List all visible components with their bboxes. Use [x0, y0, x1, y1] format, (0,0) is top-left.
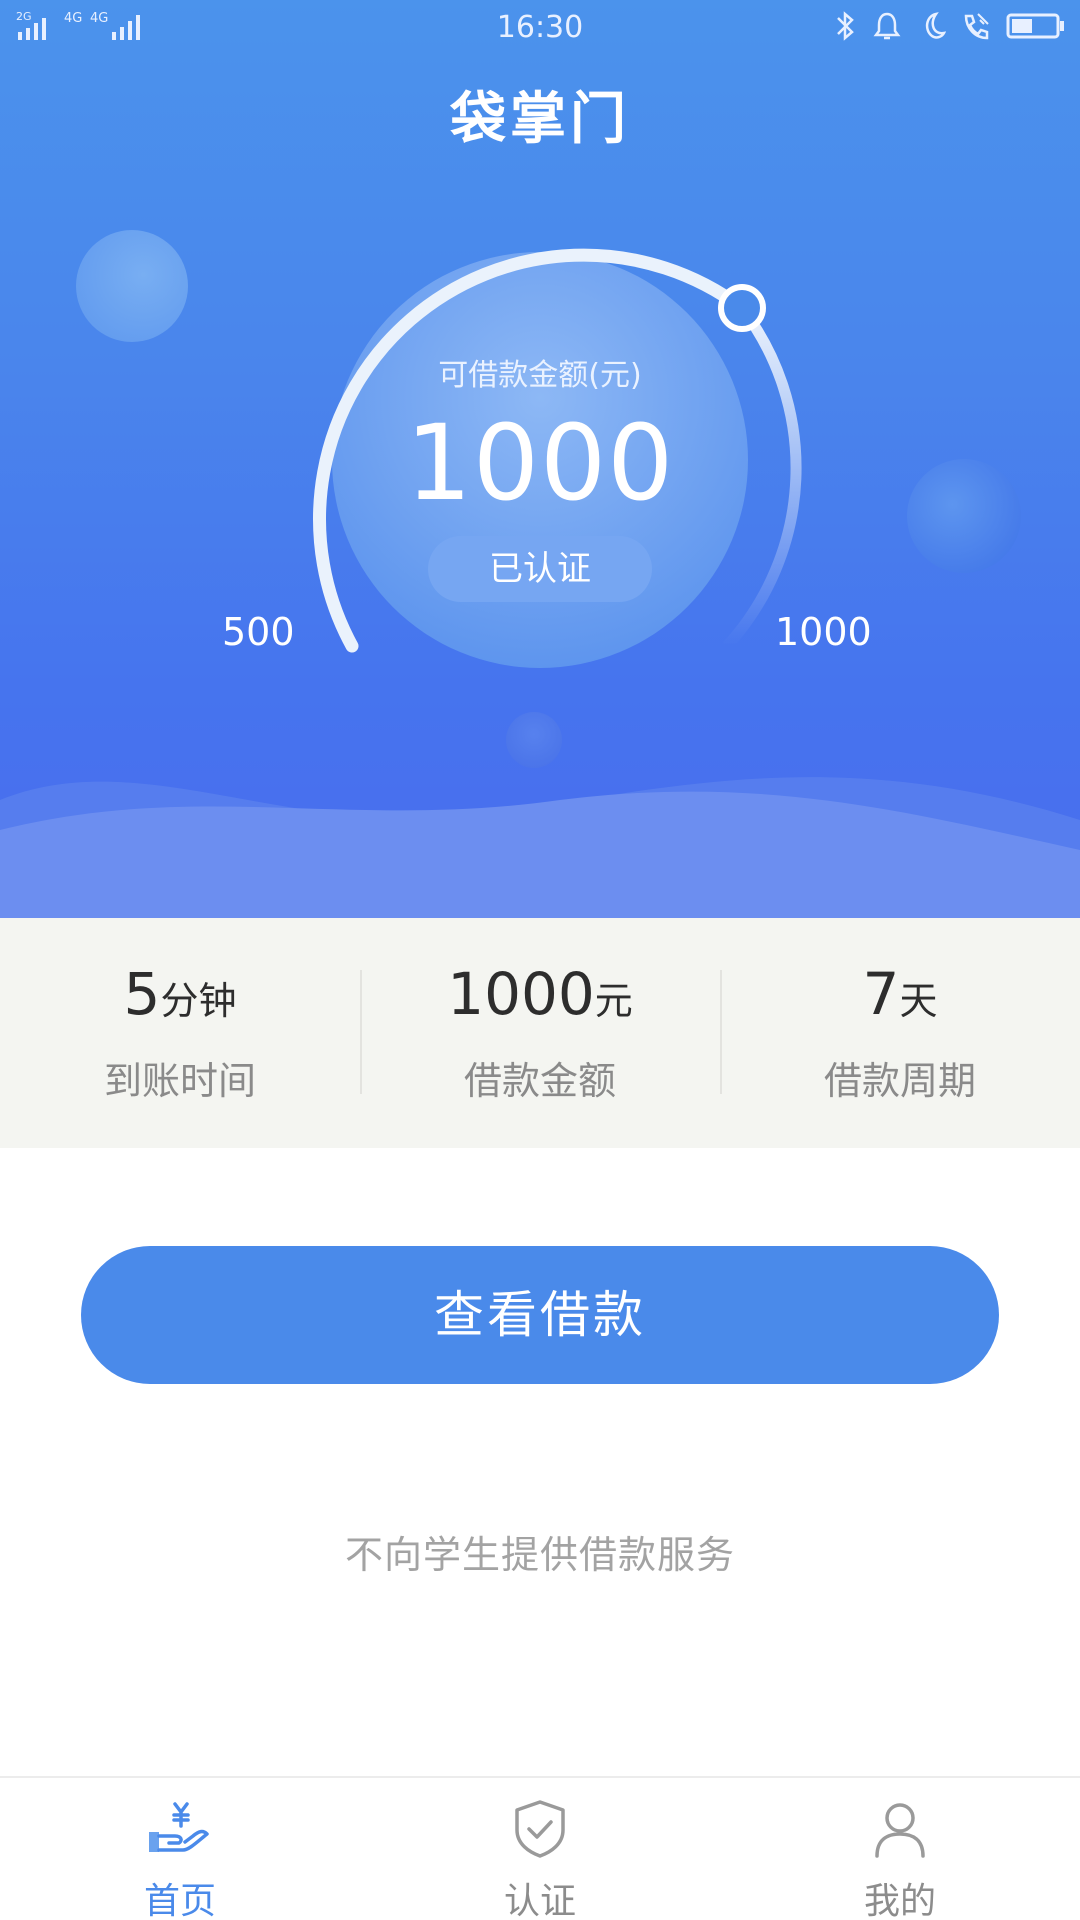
hero-banner: 2G 4G 4G 16:30 袋掌门 可借款金额(元) 1000 已认证 500… — [0, 0, 1080, 918]
bottom-tab-bar: 首页 认证 我的 — [0, 1776, 1080, 1920]
hand-yen-icon — [149, 1802, 209, 1852]
tab-label: 认证 — [503, 1881, 576, 1920]
tab-verify[interactable]: 认证 — [360, 1778, 720, 1920]
tab-label: 我的 — [863, 1881, 936, 1920]
gauge-max-label: 1000 — [775, 610, 872, 654]
stat-unit: 分钟 — [160, 979, 237, 1023]
user-icon — [875, 1803, 925, 1858]
stat-unit: 天 — [899, 979, 938, 1023]
stat-value: 5 — [123, 960, 161, 1028]
verified-status-badge: 已认证 — [428, 535, 652, 602]
tab-home[interactable]: 首页 — [0, 1778, 360, 1920]
gauge-center: 可借款金额(元) 1000 已认证 — [330, 290, 750, 690]
gauge-min-label: 500 — [222, 610, 295, 654]
loan-stats: 5分钟 到账时间 1000元 借款金额 7天 借款周期 — [0, 918, 1080, 1148]
stat-arrival-time: 5分钟 到账时间 — [0, 918, 360, 1148]
stat-value: 7 — [862, 960, 900, 1028]
stat-loan-period: 7天 借款周期 — [720, 918, 1080, 1148]
stat-loan-amount: 1000元 借款金额 — [360, 918, 720, 1148]
view-loan-button[interactable]: 查看借款 — [81, 1246, 999, 1384]
stat-label: 借款金额 — [463, 1059, 616, 1103]
shield-check-icon — [515, 1800, 565, 1858]
stat-label: 借款周期 — [823, 1059, 976, 1103]
tab-label: 首页 — [143, 1881, 216, 1920]
stat-unit: 元 — [594, 979, 633, 1023]
stat-label: 到账时间 — [103, 1059, 256, 1103]
stat-value: 1000 — [447, 960, 595, 1028]
tab-profile[interactable]: 我的 — [720, 1778, 1080, 1920]
loan-amount-value: 1000 — [405, 402, 675, 524]
student-disclaimer: 不向学生提供借款服务 — [344, 1533, 735, 1577]
loan-amount-caption: 可借款金额(元) — [438, 358, 642, 393]
